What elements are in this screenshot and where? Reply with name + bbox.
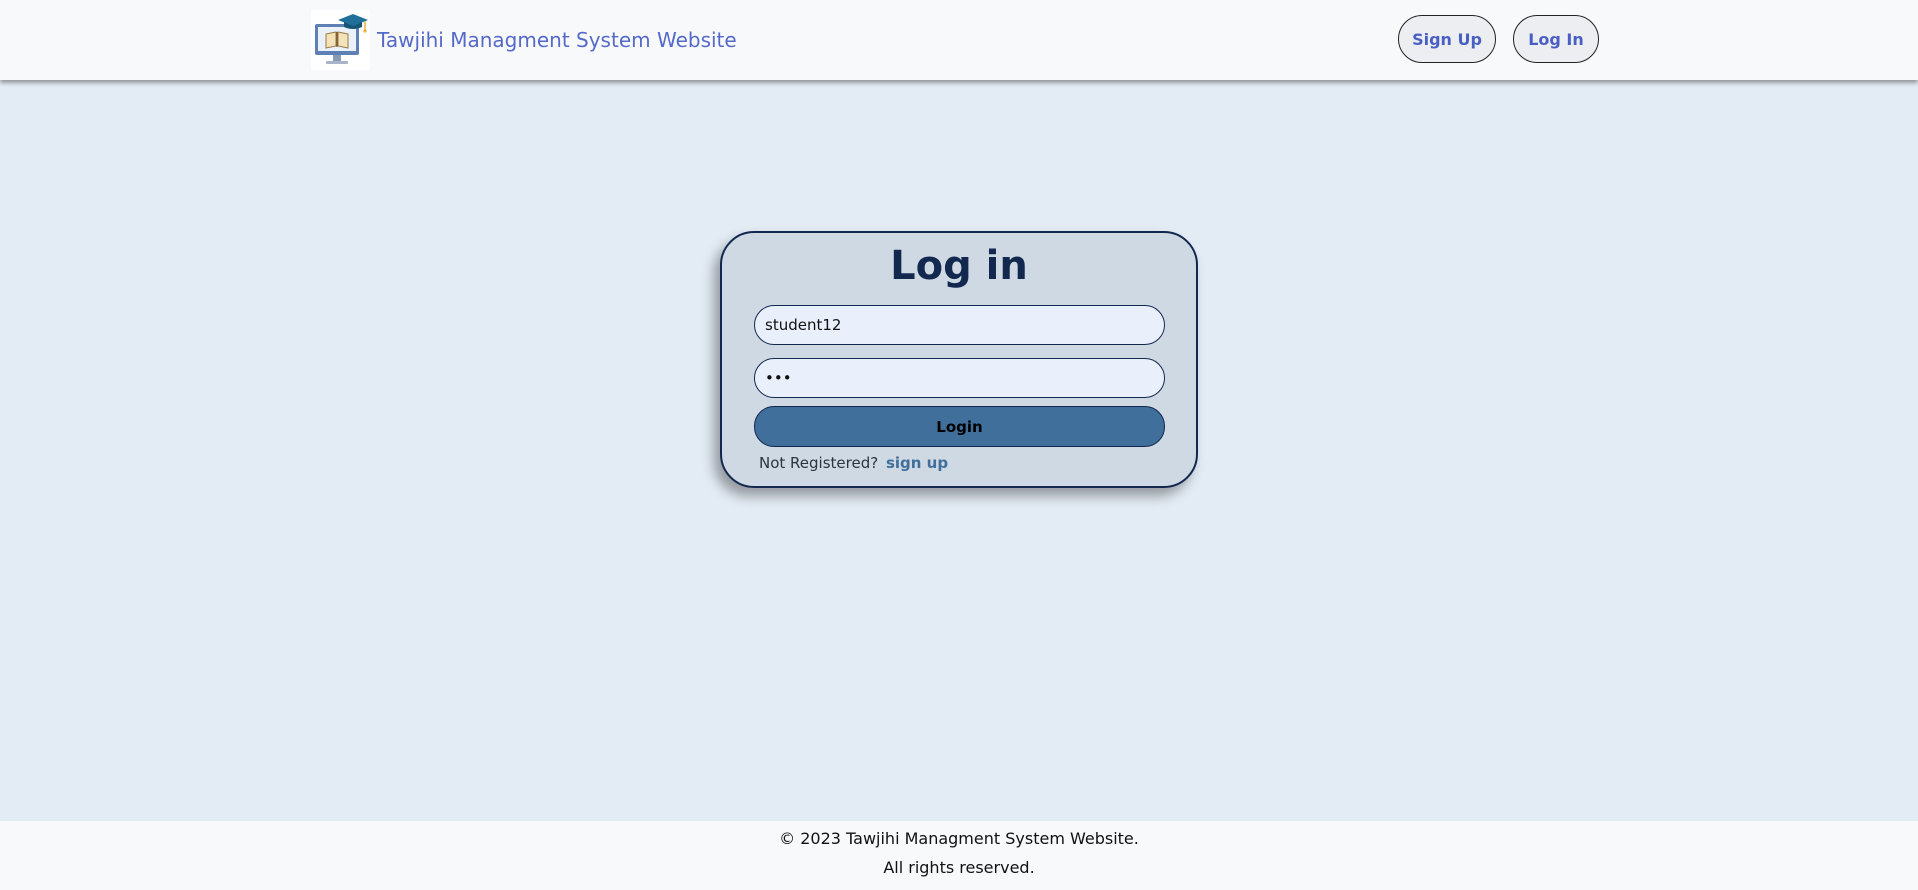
register-link[interactable]: sign up	[886, 454, 948, 472]
register-prompt-text: Not Registered?	[759, 454, 879, 472]
login-card: Log in Login Not Registered? sign up	[720, 231, 1198, 488]
register-prompt-row: Not Registered? sign up	[759, 454, 948, 472]
top-navbar: Tawjihi Managment System Website Sign Up…	[0, 0, 1918, 80]
brand-name: Tawjihi Managment System Website	[377, 28, 737, 52]
username-input[interactable]	[754, 305, 1165, 345]
login-nav-button[interactable]: Log In	[1513, 15, 1599, 63]
brand-link[interactable]: Tawjihi Managment System Website	[311, 10, 737, 70]
login-submit-button[interactable]: Login	[754, 406, 1165, 447]
signup-button[interactable]: Sign Up	[1398, 15, 1496, 63]
login-title: Log in	[890, 243, 1028, 289]
footer-copyright: © 2023 Tawjihi Managment System Website.	[779, 829, 1139, 848]
page-footer: © 2023 Tawjihi Managment System Website.…	[0, 821, 1918, 890]
password-input[interactable]	[754, 358, 1165, 398]
site-logo-icon	[311, 10, 370, 70]
footer-rights: All rights reserved.	[883, 858, 1035, 877]
